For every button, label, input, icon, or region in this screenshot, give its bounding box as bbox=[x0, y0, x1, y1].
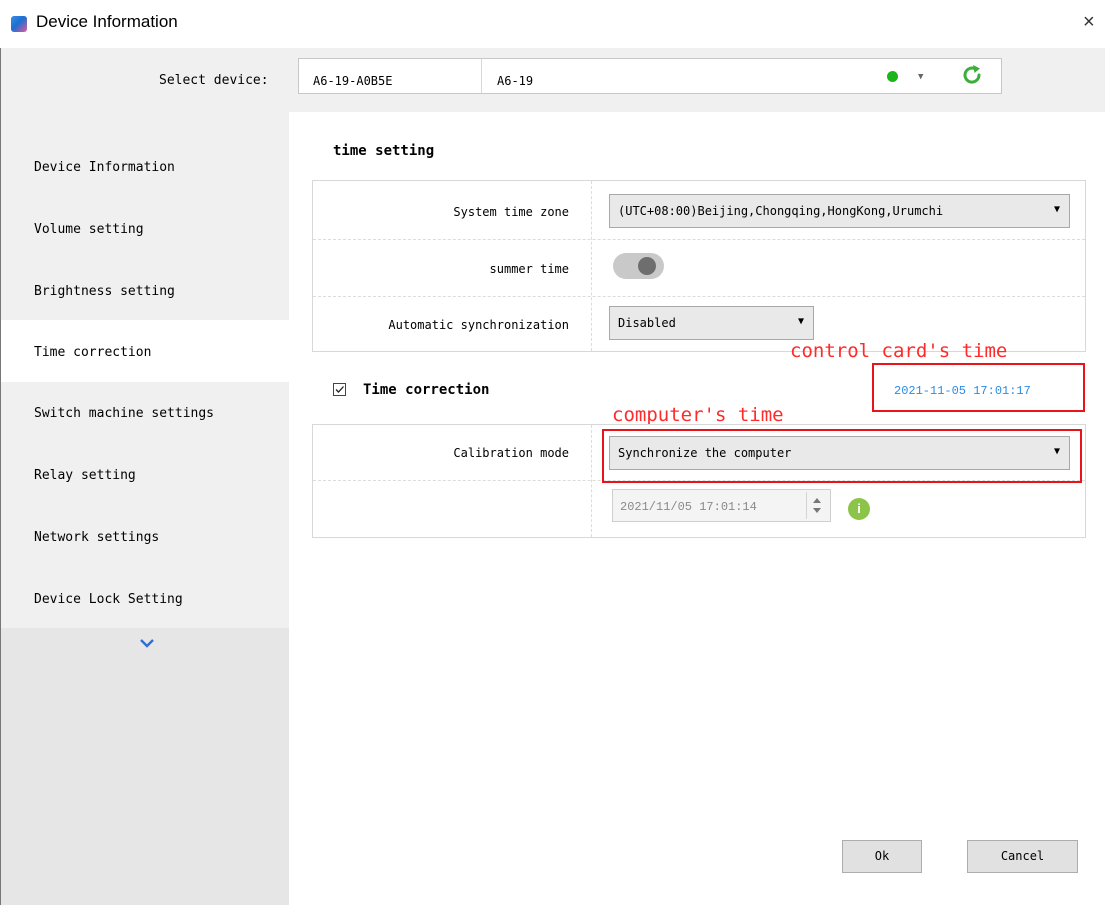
online-status-dot bbox=[887, 71, 898, 82]
sidebar-item-label: Brightness setting bbox=[34, 284, 175, 299]
control-card-time-annotation: control card's time bbox=[790, 340, 1008, 362]
close-button[interactable]: × bbox=[1083, 11, 1095, 34]
info-icon[interactable]: i bbox=[848, 498, 870, 520]
sidebar-item-label: Time correction bbox=[34, 345, 152, 360]
calibration-mode-highlight bbox=[602, 429, 1082, 483]
panel-divider bbox=[591, 181, 592, 351]
timezone-value: (UTC+08:00)Beijing,Chongqing,HongKong,Ur… bbox=[618, 204, 944, 218]
panel-divider bbox=[591, 425, 592, 537]
sidebar-item-time-correction[interactable]: Time correction bbox=[1, 320, 289, 382]
chevron-down-icon[interactable] bbox=[139, 637, 155, 649]
computer-time-annotation: computer's time bbox=[612, 404, 784, 426]
auto-sync-dropdown[interactable]: Disabled ▼ bbox=[609, 306, 814, 340]
chevron-down-icon: ▼ bbox=[1053, 204, 1060, 215]
device-id: A6-19-A0B5E bbox=[313, 74, 393, 88]
chevron-down-icon: ▼ bbox=[797, 316, 804, 327]
sidebar-scroll-area bbox=[1, 628, 289, 905]
row-divider bbox=[313, 296, 1085, 297]
timezone-label: System time zone bbox=[453, 205, 569, 219]
auto-sync-value: Disabled bbox=[618, 316, 676, 330]
app-logo-icon bbox=[11, 16, 27, 32]
summer-time-label: summer time bbox=[489, 262, 569, 276]
sidebar-item-switch-machine-settings[interactable]: Switch machine settings bbox=[1, 382, 289, 444]
ok-button[interactable]: Ok bbox=[842, 840, 922, 873]
toggle-knob bbox=[638, 257, 656, 275]
time-setting-title: time setting bbox=[333, 143, 435, 159]
sidebar-item-relay-setting[interactable]: Relay setting bbox=[1, 444, 289, 506]
computer-time-value: 2021/11/05 17:01:14 bbox=[620, 500, 757, 514]
sidebar-item-device-information[interactable]: Device Information bbox=[1, 134, 289, 196]
row-divider bbox=[313, 239, 1085, 240]
time-correction-label: Time correction bbox=[363, 382, 490, 398]
refresh-icon[interactable] bbox=[960, 63, 984, 87]
sidebar-item-label: Network settings bbox=[34, 530, 160, 545]
sidebar-item-label: Switch machine settings bbox=[34, 406, 215, 421]
sidebar-item-network-settings[interactable]: Network settings bbox=[1, 506, 289, 568]
window-title: Device Information bbox=[36, 12, 178, 31]
timezone-dropdown[interactable]: (UTC+08:00)Beijing,Chongqing,HongKong,Ur… bbox=[609, 194, 1070, 228]
cancel-button[interactable]: Cancel bbox=[967, 840, 1078, 873]
device-name: A6-19 bbox=[497, 74, 534, 88]
auto-sync-label: Automatic synchronization bbox=[388, 318, 569, 332]
sidebar-item-volume-setting[interactable]: Volume setting bbox=[1, 196, 289, 258]
sidebar-item-brightness-setting[interactable]: Brightness setting bbox=[1, 258, 289, 320]
sidebar-item-label: Device Information bbox=[34, 160, 175, 175]
control-card-time: 2021-11-05 17:01:17 bbox=[894, 384, 1031, 398]
sidebar-item-label: Relay setting bbox=[34, 468, 136, 483]
select-device-label: Select device: bbox=[159, 73, 269, 88]
summer-time-toggle[interactable] bbox=[613, 253, 664, 279]
time-correction-checkbox[interactable] bbox=[333, 383, 346, 396]
time-spinner[interactable] bbox=[806, 492, 827, 519]
device-column-divider bbox=[481, 59, 482, 93]
calibration-mode-label: Calibration mode bbox=[453, 446, 569, 460]
sidebar-item-label: Volume setting bbox=[34, 222, 144, 237]
sidebar-item-device-lock-setting[interactable]: Device Lock Setting bbox=[1, 568, 289, 630]
chevron-down-icon[interactable]: ▼ bbox=[918, 72, 923, 82]
sidebar-item-label: Device Lock Setting bbox=[34, 592, 183, 607]
